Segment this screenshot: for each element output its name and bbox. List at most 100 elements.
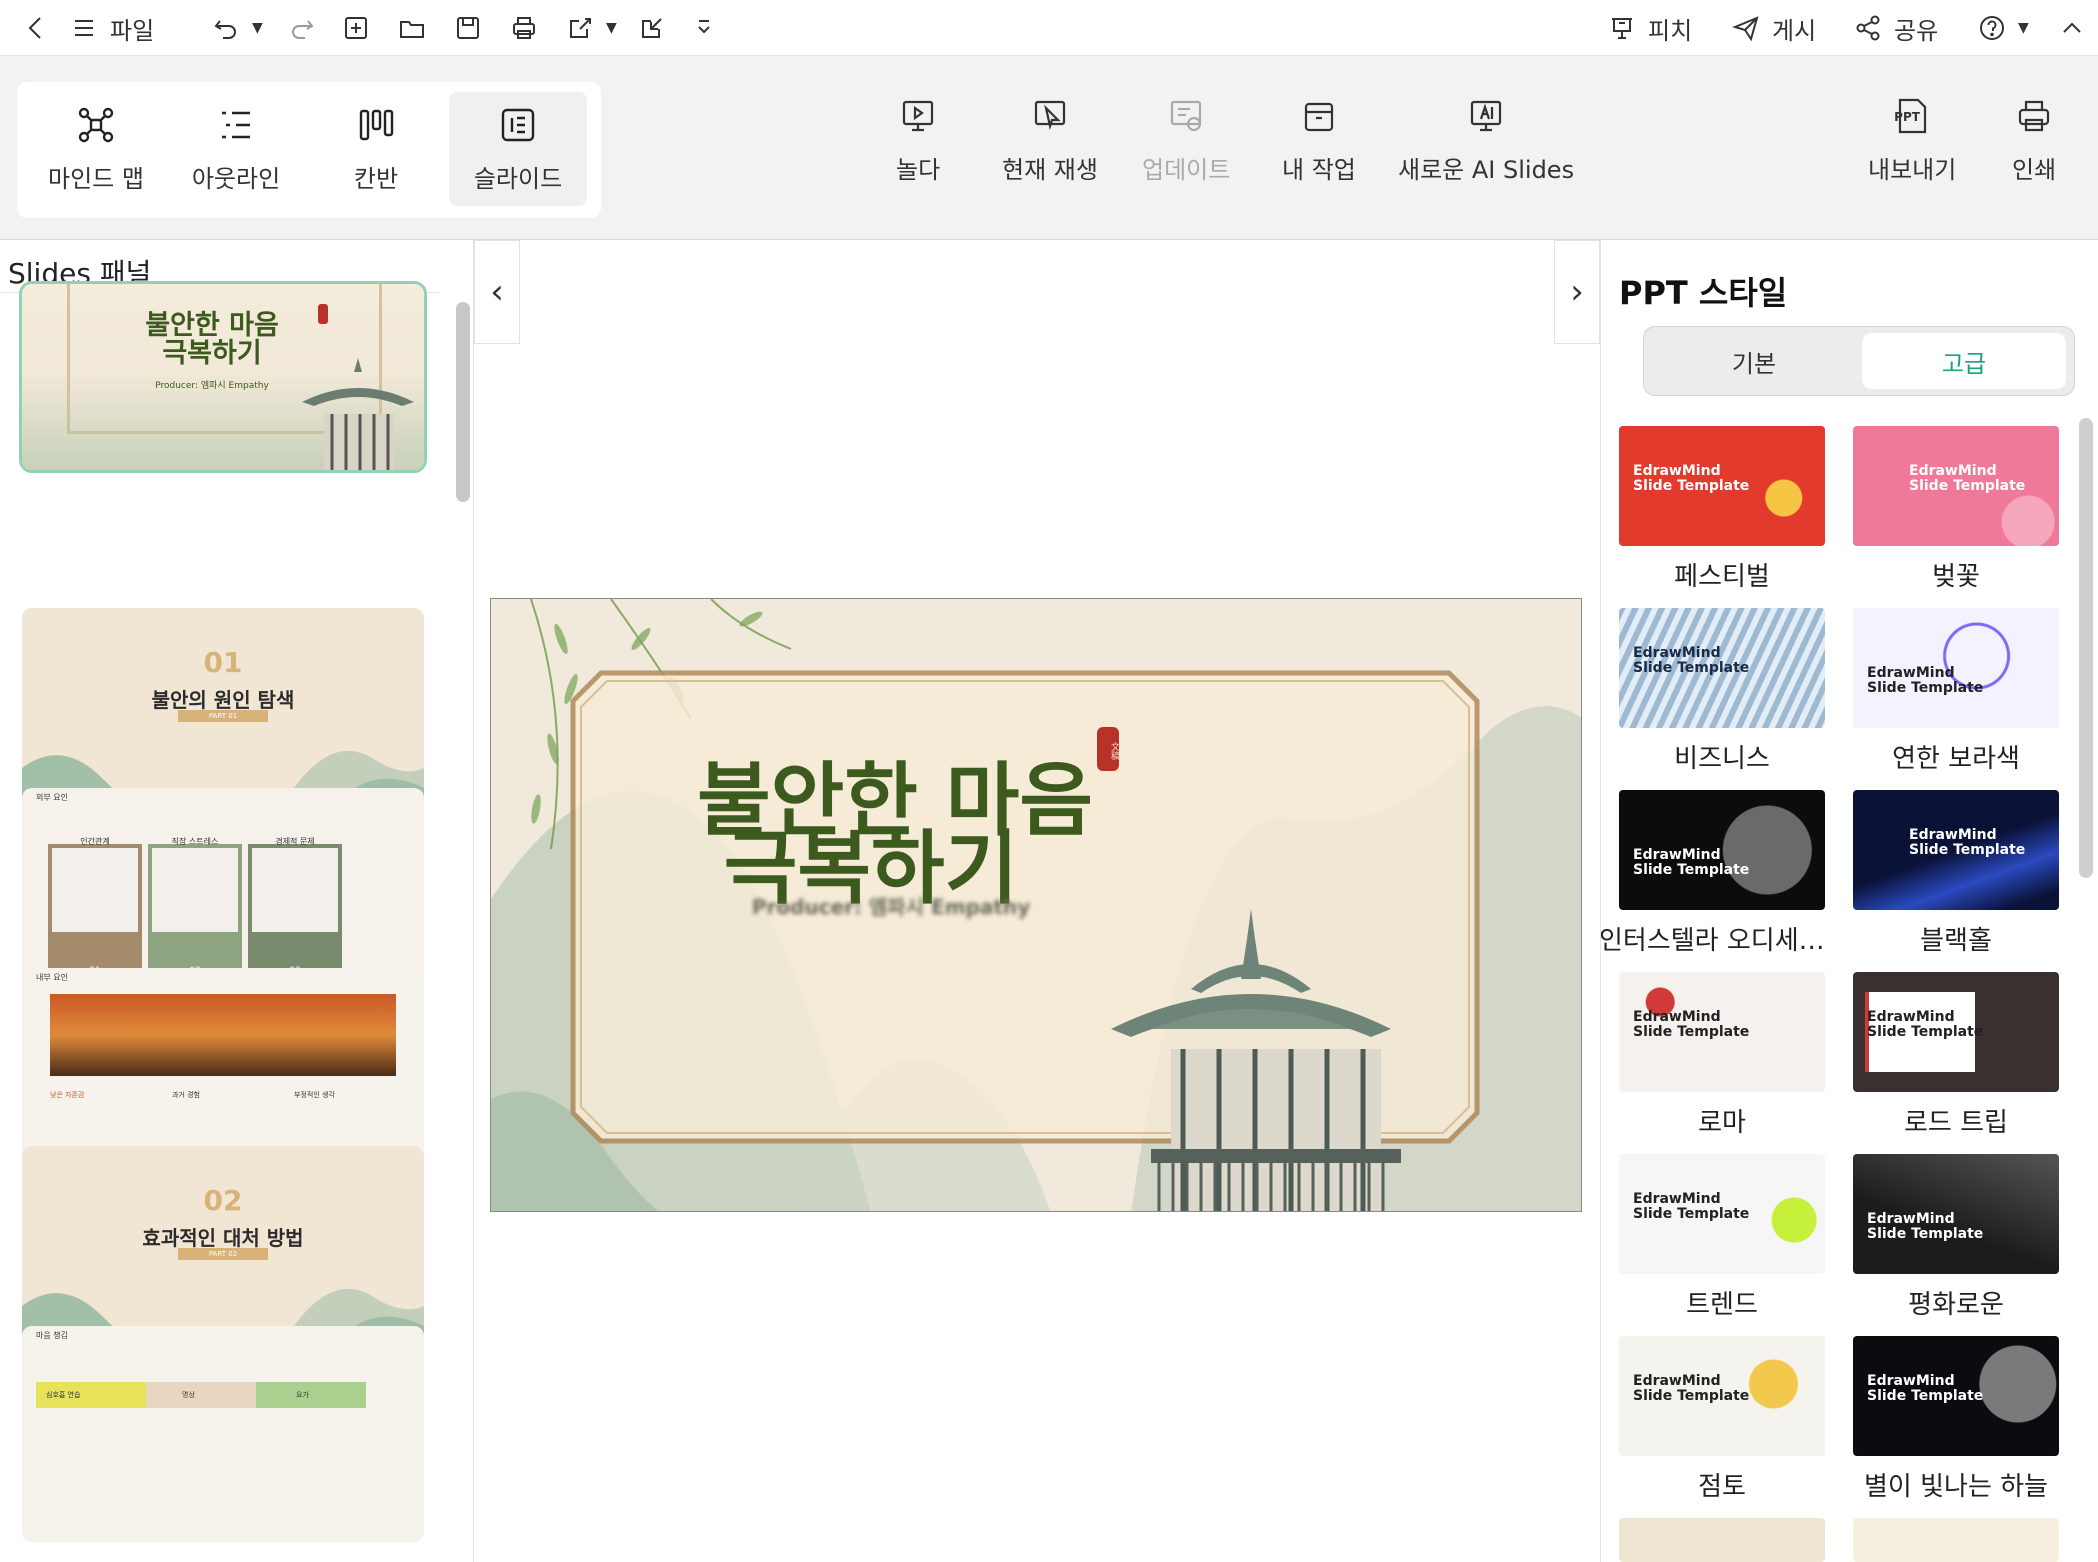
style-card[interactable]: EdrawMind Slide Template 인터스텔라 오디세이... (1601, 790, 1845, 972)
style-name: 트렌드 (1686, 1290, 1758, 1320)
pitch-label: 피치 (1648, 16, 1693, 45)
style-card[interactable]: EdrawMind Slide Template 연한 보라색 (1853, 608, 2059, 790)
style-card[interactable]: EdrawMind Slide Template 벚꽃 (1853, 426, 2059, 608)
main-slide[interactable]: 文稿 불안한 마음 극복하기 Producer: 엠파시 Empathy (490, 598, 1582, 1212)
open-file-button[interactable] (394, 8, 430, 48)
style-card[interactable]: EdrawMind Slide Template 평화로운 (1853, 1154, 2059, 1336)
style-preview-text: EdrawMind Slide Template (1867, 665, 1984, 696)
style-preview-text: EdrawMind Slide Template (1633, 1009, 1750, 1040)
play-current-button[interactable]: 현재 재생 (1002, 96, 1098, 185)
export-icon (562, 10, 598, 46)
style-preview-text: EdrawMind Slide Template (1633, 463, 1750, 494)
hamburger-icon (66, 10, 102, 46)
print-ribbon-button[interactable]: 인쇄 (2012, 96, 2056, 185)
style-name: 로마 (1698, 1108, 1746, 1138)
slide-subtitle[interactable]: Producer: 엠파시 Empathy (491, 891, 1291, 920)
send-icon (1728, 10, 1764, 46)
style-preview: EdrawMind Slide Template (1853, 608, 2059, 728)
style-card[interactable]: EdrawMind Slide Template 별이 빛나는 하늘 (1853, 1336, 2059, 1518)
slide-thumbnail-6[interactable]: 마음 챙김 심호흡 연습 명상 요가 (22, 1326, 424, 1542)
view-kanban-button[interactable]: 칸반 (307, 92, 445, 206)
style-card[interactable]: EdrawMind Slide Template 페스티벌 (1619, 426, 1825, 608)
print-button[interactable] (506, 8, 542, 48)
slide-3-col-1: 인간관계 (80, 837, 110, 846)
chevron-up-icon (2054, 10, 2090, 46)
style-card[interactable]: EdrawMind Slide Template 비즈니스 (1619, 608, 1825, 790)
update-label: 업데이트 (1142, 156, 1231, 184)
tab-basic[interactable]: 기본 (1652, 333, 1856, 389)
redo-icon (284, 10, 320, 46)
view-slides-label: 슬라이드 (473, 164, 563, 193)
share-label: 공유 (1894, 16, 1939, 45)
my-work-button[interactable]: 내 작업 (1282, 96, 1356, 185)
chevron-right-icon: › (1570, 272, 1584, 312)
slides-panel-scrollbar[interactable] (456, 302, 470, 502)
slide-6-header: 마음 챙김 (36, 1331, 68, 1340)
style-name: 페스티벌 (1674, 562, 1770, 592)
style-preview-text: EdrawMind Slide Template (1633, 1373, 1750, 1404)
slide-6-col-2: 명상 (182, 1391, 195, 1399)
style-card[interactable]: EdrawMind Slide Template 로드 트립 (1853, 972, 2059, 1154)
slide-1-title: 불안한 마음 극복하기 (145, 310, 279, 369)
style-preview: EdrawMind Slide Template (1619, 1336, 1825, 1456)
slide-4-col-3: 부정적인 생각 (294, 1091, 335, 1099)
more-styles-peek (1853, 1518, 2059, 1562)
view-kanban-label: 칸반 (353, 164, 399, 193)
outline-icon (222, 111, 250, 138)
tab-advanced[interactable]: 고급 (1862, 333, 2066, 389)
ppt-file-icon: PPT (1892, 96, 1932, 136)
style-name: 별이 빛나는 하늘 (1864, 1472, 2048, 1502)
import-button[interactable] (634, 8, 670, 48)
file-menu-button[interactable]: 파일 (66, 8, 154, 48)
style-card[interactable]: EdrawMind Slide Template 트렌드 (1619, 1154, 1825, 1336)
kanban-icon (359, 109, 394, 140)
collapse-toolbar-button[interactable] (2054, 8, 2090, 48)
save-button[interactable] (450, 8, 486, 48)
update-button[interactable]: 업데이트 (1142, 96, 1230, 185)
caret-down-icon: ▼ (252, 20, 263, 36)
more-tools-button[interactable] (686, 8, 722, 48)
style-tab-switcher: 기본 고급 (1643, 326, 2075, 396)
seal-text: 文稿 (1109, 742, 1119, 760)
ppt-file-badge: PPT (1894, 110, 1920, 124)
new-ai-slides-button[interactable]: 새로운 AI Slides (1398, 96, 1574, 185)
collapse-left-panel-button[interactable]: ‹ (474, 240, 520, 344)
sunset-photo (50, 994, 396, 1076)
seal-icon (318, 304, 328, 324)
slide-3-col-3: 경제적 문제 (275, 837, 315, 846)
new-file-button[interactable] (338, 8, 374, 48)
slide-3-col-2: 직장 스트레스 (171, 837, 219, 846)
style-card[interactable]: EdrawMind Slide Template 점토 (1619, 1336, 1825, 1518)
play-label: 놀다 (896, 156, 941, 184)
collapse-right-panel-button[interactable]: › (1554, 240, 1600, 344)
pitch-button[interactable]: 피치 (1604, 8, 1692, 48)
publish-button[interactable]: 게시 (1728, 8, 1816, 48)
slide-canvas: ‹ › 文稿 불안한 마음 극복하기 Producer: 엠파시 Empathy (474, 240, 1600, 1562)
style-name: 평화로운 (1908, 1290, 2004, 1320)
style-preview: EdrawMind Slide Template (1853, 1154, 2059, 1274)
undo-button[interactable]: ▼ (208, 8, 263, 48)
view-mindmap-button[interactable]: 마인드 맵 (27, 92, 165, 206)
view-slides-button[interactable]: 슬라이드 (449, 92, 587, 206)
back-button[interactable] (18, 8, 54, 48)
slide-thumbnail-1[interactable]: 불안한 마음 극복하기 Producer: 엠파시 Empathy (19, 281, 427, 473)
style-panel-scrollbar[interactable] (2079, 418, 2093, 878)
style-preview-text: EdrawMind Slide Template (1867, 1373, 1984, 1404)
view-outline-button[interactable]: 아웃라인 (167, 92, 305, 206)
export-ppt-button[interactable]: PPT 내보내기 (1868, 96, 1956, 185)
style-card[interactable]: EdrawMind Slide Template 블랙홀 (1853, 790, 2059, 972)
export-button[interactable]: ▼ (562, 8, 617, 48)
new-ai-slides-label: 새로운 AI Slides (1398, 156, 1575, 184)
help-button[interactable]: ▼ (1974, 8, 2029, 48)
play-screen-icon (902, 100, 934, 132)
plus-square-icon (338, 10, 374, 46)
slide-4-col-1: 낮은 자존감 (50, 1091, 85, 1099)
slide-5-number: 02 (203, 1184, 243, 1217)
style-name: 연한 보라색 (1892, 744, 2020, 774)
play-button[interactable]: 놀다 (896, 96, 940, 185)
redo-button[interactable] (284, 8, 320, 48)
share-button[interactable]: 공유 (1850, 8, 1938, 48)
chevron-left-icon (18, 10, 54, 46)
slide-5-part: PART 02 (178, 1248, 268, 1260)
style-card[interactable]: EdrawMind Slide Template 로마 (1619, 972, 1825, 1154)
